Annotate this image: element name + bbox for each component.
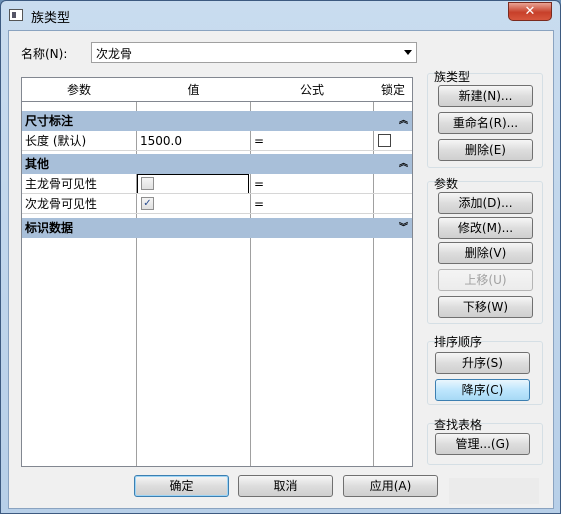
modify-parameter-button[interactable]: 修改(M)...: [438, 217, 533, 239]
parameters-title: 参数: [434, 177, 459, 191]
param-formula[interactable]: =: [251, 194, 264, 214]
collapse-icon[interactable]: ︽: [399, 154, 408, 174]
check-icon: ✓: [143, 198, 152, 209]
main-keel-visibility-checkbox[interactable]: [141, 177, 154, 190]
collapse-icon[interactable]: ︽: [399, 111, 408, 131]
param-name: 次龙骨可见性: [25, 197, 98, 211]
window-title: 族类型: [31, 11, 71, 26]
dialog-body: 名称(N): 次龙骨 参数 值 公式 锁定 尺寸标注 ︽ 长度 (默认) 150…: [8, 30, 554, 509]
lookup-tables-title: 查找表格: [434, 418, 483, 432]
secondary-keel-visibility-checkbox[interactable]: ✓: [141, 197, 154, 210]
new-type-button[interactable]: 新建(N)...: [438, 85, 533, 107]
apply-button[interactable]: 应用(A): [343, 475, 438, 497]
app-icon: [9, 9, 23, 21]
group-dimensions[interactable]: 尺寸标注 ︽: [22, 111, 412, 131]
header-value[interactable]: 值: [137, 78, 250, 102]
name-dropdown-value: 次龙骨: [96, 47, 133, 61]
sort-ascending-button[interactable]: 升序(S): [435, 352, 530, 374]
family-types-title: 族类型: [434, 70, 471, 84]
name-dropdown[interactable]: 次龙骨: [91, 42, 417, 63]
param-name: 主龙骨可见性: [25, 177, 98, 191]
delete-parameter-button[interactable]: 删除(V): [438, 242, 533, 264]
add-parameter-button[interactable]: 添加(D)...: [438, 192, 533, 214]
move-down-button[interactable]: 下移(W): [438, 296, 533, 318]
title-bar[interactable]: 族类型 ✕: [1, 1, 560, 29]
param-name: 长度 (默认): [25, 134, 87, 148]
name-label: 名称(N):: [21, 47, 68, 61]
expand-icon[interactable]: ︾: [399, 218, 408, 238]
parameter-grid[interactable]: 参数 值 公式 锁定 尺寸标注 ︽ 长度 (默认) 1500.0 = 其他 ︽: [21, 77, 413, 467]
sort-descending-button[interactable]: 降序(C): [435, 379, 530, 401]
group-title: 其他: [25, 157, 50, 171]
group-identity-data[interactable]: 标识数据 ︾: [22, 218, 412, 238]
group-title: 标识数据: [25, 221, 74, 235]
table-row: 长度 (默认) 1500.0 =: [22, 131, 412, 151]
param-formula[interactable]: =: [251, 131, 264, 151]
header-formula[interactable]: 公式: [251, 78, 373, 102]
close-icon: ✕: [524, 4, 536, 19]
group-other[interactable]: 其他 ︽: [22, 154, 412, 174]
sort-order-title: 排序顺序: [434, 335, 483, 349]
param-value-input[interactable]: 1500.0: [137, 131, 182, 151]
grid-header: 参数 值 公式 锁定: [22, 78, 412, 102]
header-parameter[interactable]: 参数: [22, 78, 136, 102]
lock-checkbox[interactable]: [378, 134, 391, 147]
dropdown-arrow-icon[interactable]: [404, 50, 412, 55]
manage-lookup-tables-button[interactable]: 管理...(G): [435, 433, 530, 455]
delete-type-button[interactable]: 删除(E): [438, 139, 533, 161]
ok-button[interactable]: 确定: [134, 475, 229, 497]
table-row: 主龙骨可见性 =: [22, 174, 412, 194]
group-title: 尺寸标注: [25, 114, 74, 128]
move-up-button[interactable]: 上移(U): [438, 269, 533, 291]
family-types-dialog: 族类型 ✕ 名称(N): 次龙骨 参数 值 公式 锁定 尺寸标注 ︽ 长度 (默…: [0, 0, 561, 514]
param-formula[interactable]: =: [251, 174, 264, 194]
cancel-button[interactable]: 取消: [238, 475, 333, 497]
table-row: 次龙骨可见性 ✓ =: [22, 194, 412, 214]
close-button[interactable]: ✕: [508, 2, 552, 21]
watermark-overlay: [449, 478, 539, 504]
header-lock[interactable]: 锁定: [374, 78, 412, 102]
rename-type-button[interactable]: 重命名(R)...: [438, 112, 533, 134]
